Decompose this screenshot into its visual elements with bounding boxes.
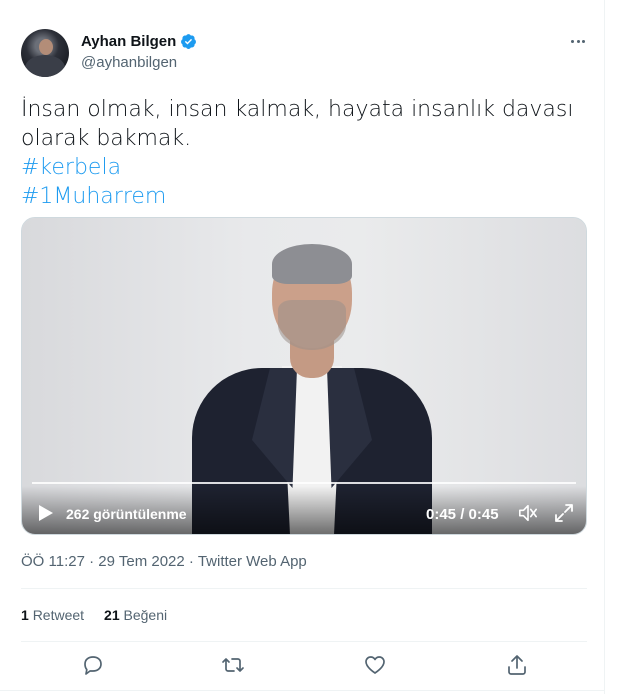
tweet-timestamp[interactable]: ÖÖ 11:27: [21, 553, 85, 570]
video-time: 0:45 / 0:45: [426, 506, 499, 523]
author-name-row[interactable]: Ayhan Bilgen: [81, 33, 197, 50]
verified-badge-icon: [181, 34, 197, 49]
tweet-text-line: İnsan olmak, insan kalmak, hayata insanl…: [21, 97, 574, 122]
video-progress-bar[interactable]: [32, 482, 576, 484]
tweet-card: Ayhan Bilgen @ayhanbilgen İnsan olmak, i…: [0, 0, 605, 694]
tweet-text-line: olarak bakmak.: [21, 126, 192, 151]
retweets-count: 1: [21, 607, 29, 623]
retweets-label: Retweet: [32, 607, 85, 623]
tweet-actions: [21, 650, 587, 680]
meta-separator: ·: [184, 553, 198, 570]
retweet-icon[interactable]: [221, 653, 245, 677]
avatar[interactable]: [21, 29, 69, 77]
meta-separator: ·: [84, 553, 99, 570]
share-icon[interactable]: [505, 653, 529, 677]
volume-icon[interactable]: [517, 503, 539, 523]
like-icon[interactable]: [363, 653, 387, 677]
tweet-source[interactable]: Twitter Web App: [198, 553, 307, 570]
hashtag-link[interactable]: #1Muharrem: [21, 182, 581, 211]
hashtag-link[interactable]: #kerbela: [21, 153, 581, 182]
video-player[interactable]: 262 görüntülenme 0:45 / 0:45: [21, 217, 587, 535]
retweets-stat[interactable]: 1 Retweet: [21, 607, 84, 623]
reply-icon[interactable]: [81, 653, 105, 677]
likes-stat[interactable]: 21 Beğeni: [104, 607, 167, 623]
video-views: 262 görüntülenme: [66, 506, 187, 522]
tweet-meta: ÖÖ 11:27 · 29 Tem 2022 · Twitter Web App: [21, 553, 307, 570]
divider: [21, 641, 587, 642]
tweet-text: İnsan olmak, insan kalmak, hayata insanl…: [21, 95, 581, 211]
tweet-stats: 1 Retweet 21 Beğeni: [21, 607, 167, 623]
author-name[interactable]: Ayhan Bilgen: [81, 33, 176, 50]
play-icon[interactable]: [38, 504, 54, 522]
likes-count: 21: [104, 607, 120, 623]
author-handle[interactable]: @ayhanbilgen: [81, 54, 177, 71]
more-icon[interactable]: [568, 33, 588, 49]
likes-label: Beğeni: [123, 607, 168, 623]
divider: [21, 588, 587, 589]
divider: [0, 690, 605, 691]
tweet-date[interactable]: 29 Tem 2022: [98, 553, 184, 570]
fullscreen-icon[interactable]: [554, 503, 574, 523]
